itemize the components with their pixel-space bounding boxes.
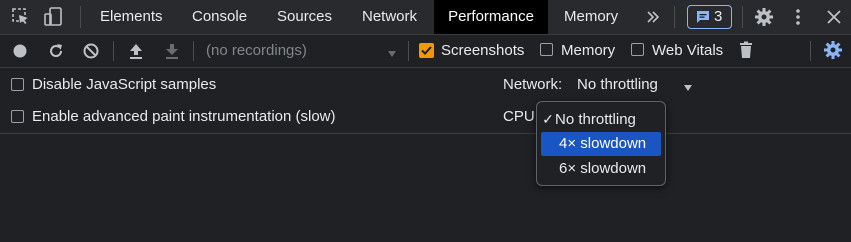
- toolbar-separator: [193, 41, 194, 61]
- web-vitals-checkbox[interactable]: [631, 43, 644, 56]
- close-icon[interactable]: [826, 9, 842, 25]
- tab-performance[interactable]: Performance: [434, 0, 548, 34]
- settings-divider: [0, 133, 851, 134]
- check-icon: ✓: [542, 111, 554, 127]
- toolbar-separator: [810, 41, 811, 61]
- disable-js-samples-checkbox[interactable]: [11, 78, 24, 91]
- tab-label: Memory: [564, 8, 619, 25]
- tab-elements[interactable]: Elements: [100, 0, 163, 34]
- network-throttling-select[interactable]: No throttling: [577, 75, 658, 95]
- web-vitals-label: Web Vitals: [652, 42, 724, 59]
- screenshots-checkbox[interactable]: [419, 43, 434, 58]
- screenshots-label: Screenshots: [441, 42, 525, 59]
- dropdown-option-6x-slowdown[interactable]: 6× slowdown: [541, 157, 661, 181]
- settings-gear-icon[interactable]: [754, 7, 774, 27]
- chevron-down-icon[interactable]: [683, 80, 693, 91]
- tab-label: Sources: [277, 8, 333, 25]
- load-profile-icon[interactable]: [128, 42, 144, 60]
- option-label: No throttling: [555, 111, 636, 128]
- toolbar-separator: [113, 41, 114, 61]
- option-label: 4× slowdown: [559, 135, 647, 152]
- clear-icon[interactable]: [82, 42, 100, 60]
- issues-message-icon: [696, 10, 710, 24]
- toolbar-separator: [742, 6, 743, 28]
- enable-paint-instrumentation-checkbox[interactable]: [11, 110, 24, 123]
- tab-label: Console: [192, 8, 248, 25]
- tab-network[interactable]: Network: [362, 0, 417, 34]
- disable-js-samples-label: Disable JavaScript samples: [32, 76, 217, 93]
- tab-console[interactable]: Console: [192, 0, 247, 34]
- trash-icon[interactable]: [738, 41, 754, 59]
- toolbar-separator: [408, 41, 409, 61]
- tab-label: Performance: [448, 8, 534, 25]
- enable-paint-instrumentation-label: Enable advanced paint instrumentation (s…: [32, 108, 336, 125]
- capture-settings-gear-icon[interactable]: [823, 40, 843, 60]
- record-icon[interactable]: [12, 43, 28, 59]
- tab-memory[interactable]: Memory: [564, 0, 618, 34]
- double-chevron-right-icon[interactable]: [645, 9, 661, 25]
- memory-label: Memory: [561, 42, 616, 59]
- option-label: 6× slowdown: [559, 160, 647, 177]
- toolbar-separator: [80, 6, 81, 28]
- recordings-select[interactable]: (no recordings): [206, 35, 307, 67]
- more-options-icon[interactable]: [790, 7, 806, 27]
- tab-label: Elements: [100, 8, 163, 25]
- cpu-throttling-dropdown[interactable]: ✓No throttling 4× slowdown 6× slowdown: [536, 101, 666, 186]
- chevron-down-icon[interactable]: [387, 46, 397, 57]
- cpu-throttling-label: CPU:: [503, 108, 539, 125]
- device-toolbar-icon[interactable]: [43, 6, 65, 28]
- memory-checkbox[interactable]: [540, 43, 553, 56]
- tab-label: Network: [362, 8, 418, 25]
- reload-record-icon[interactable]: [47, 42, 65, 60]
- save-profile-icon: [164, 42, 180, 60]
- issues-count: 3: [714, 8, 723, 25]
- inspect-element-icon[interactable]: [11, 7, 31, 27]
- dropdown-option-4x-slowdown[interactable]: 4× slowdown: [541, 132, 661, 156]
- toolbar-separator: [674, 6, 675, 28]
- dropdown-option-no-throttling[interactable]: ✓No throttling: [541, 107, 661, 131]
- network-throttling-label: Network:: [503, 76, 563, 93]
- tab-sources[interactable]: Sources: [277, 0, 332, 34]
